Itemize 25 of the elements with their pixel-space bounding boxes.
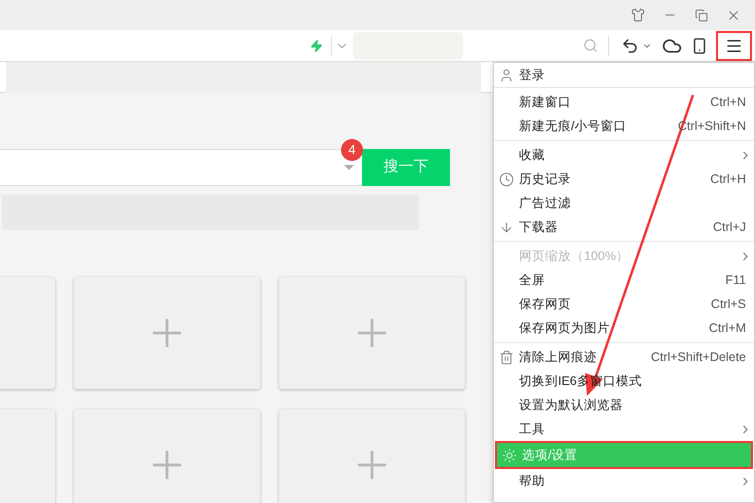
menu-item[interactable]: 收藏 bbox=[494, 143, 754, 167]
menu-item[interactable]: 下载器 Ctrl+J bbox=[494, 215, 754, 239]
trash-icon bbox=[499, 350, 514, 364]
menu-item[interactable]: 历史记录 Ctrl+H bbox=[494, 167, 754, 191]
menu-item[interactable]: 帮助 bbox=[494, 469, 754, 493]
menu-item[interactable]: 全屏 F11 bbox=[494, 268, 754, 292]
undo-icon[interactable] bbox=[621, 36, 639, 54]
lightning-icon[interactable] bbox=[310, 38, 323, 54]
menu-item[interactable]: 设置为默认浏览器 bbox=[494, 393, 754, 417]
restore-icon[interactable] bbox=[695, 8, 708, 22]
menu-item[interactable]: 工具 bbox=[494, 417, 754, 441]
menu-item[interactable]: 新建窗口 Ctrl+N bbox=[494, 90, 754, 114]
settings-icon bbox=[502, 448, 517, 462]
menu-item[interactable]: 登录 bbox=[494, 63, 754, 87]
notification-badge: 4 bbox=[341, 139, 363, 161]
menu-item[interactable]: 广告过滤 bbox=[494, 191, 754, 215]
clock-icon bbox=[499, 172, 514, 186]
shirt-icon[interactable] bbox=[631, 8, 645, 22]
menu-item[interactable]: 清除上网痕迹 Ctrl+Shift+Delete bbox=[494, 345, 754, 369]
menu-item[interactable]: 保存网页为图片 Ctrl+M bbox=[494, 316, 754, 340]
menu-button[interactable] bbox=[716, 30, 752, 60]
user-icon bbox=[499, 68, 514, 82]
search-icon[interactable] bbox=[583, 38, 598, 53]
menu-item[interactable]: 保存网页 Ctrl+S bbox=[494, 292, 754, 316]
phone-icon[interactable] bbox=[691, 36, 708, 56]
